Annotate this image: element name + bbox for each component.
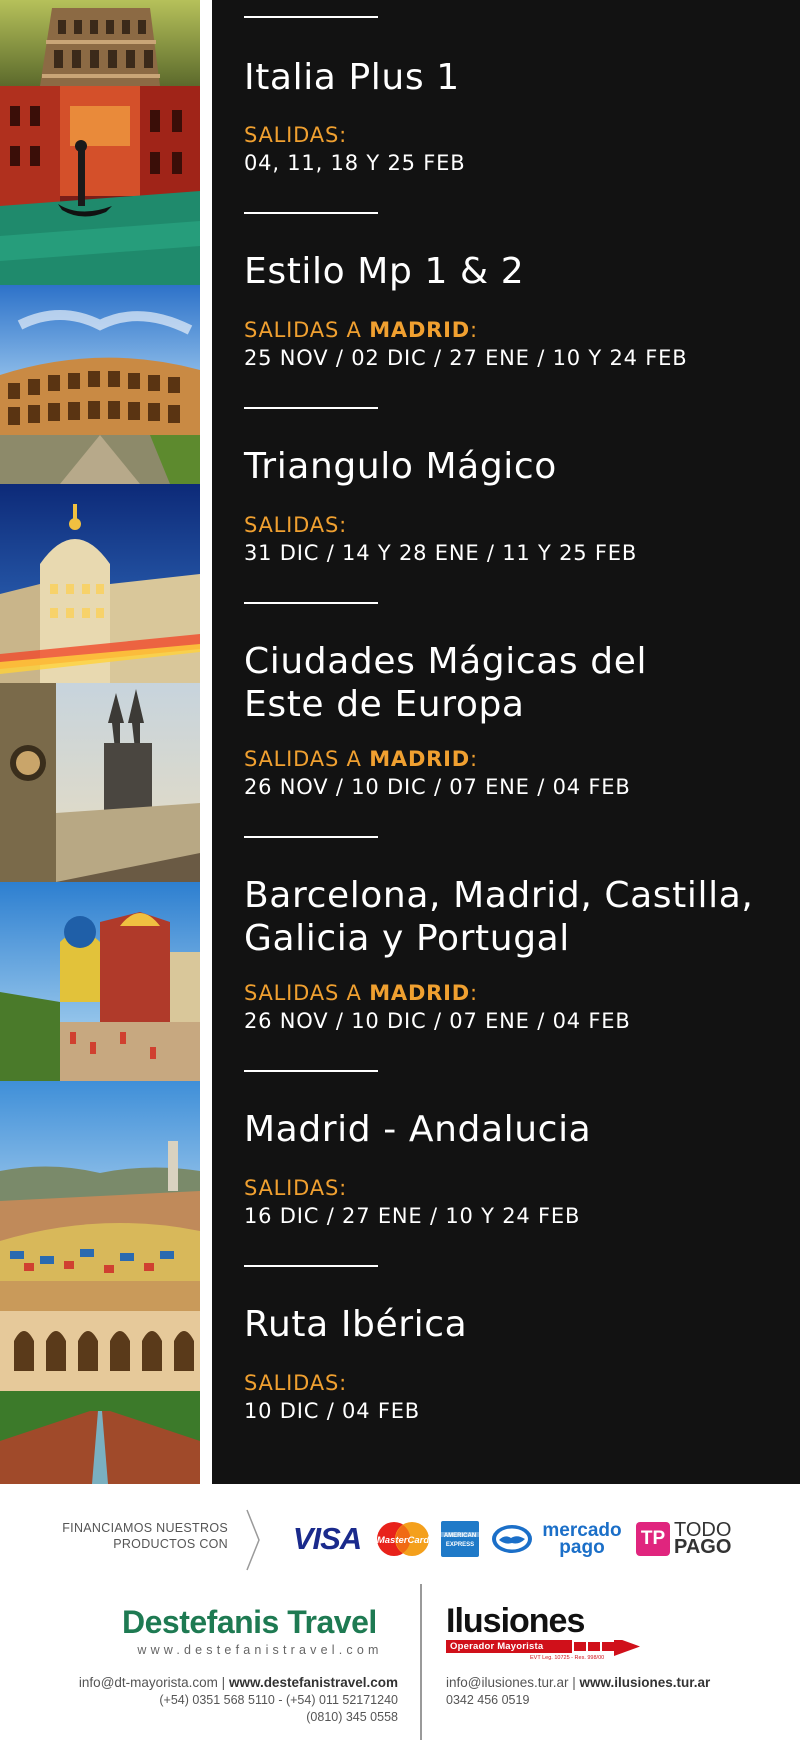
alcazar-sevilla-photo <box>0 1281 200 1484</box>
tour-name: Madrid - Andalucia <box>244 1109 592 1150</box>
departure-label: SALIDAS: <box>244 513 347 537</box>
tour-name: Triangulo Mágico <box>244 446 557 487</box>
ilusiones-email-link[interactable]: info@ilusiones.tur.ar <box>446 1675 569 1690</box>
colosseum-photo <box>0 285 200 484</box>
ilusiones-contact: info@ilusiones.tur.ar | www.ilusiones.tu… <box>446 1674 786 1709</box>
departure-dates: 16 DIC / 27 ENE / 10 Y 24 FEB <box>244 1204 581 1228</box>
destefanis-contact: info@dt-mayorista.com | www.destefanistr… <box>60 1674 398 1726</box>
departure-label: SALIDAS A MADRID: <box>244 318 478 342</box>
leaning-tower-photo <box>0 0 200 86</box>
tour-list-panel <box>212 0 800 1484</box>
visa-logo: VISA <box>292 1521 362 1556</box>
tour-divider <box>244 602 378 604</box>
prague-old-town-photo <box>0 683 200 882</box>
destefanis-phones: (+54) 0351 568 5110 - (+54) 011 52171240 <box>159 1693 398 1707</box>
financing-text: FINANCIAMOS NUESTROS PRODUCTOS CON <box>62 1521 228 1551</box>
tour-name: Ciudades Mágicas del <box>244 641 648 682</box>
ilusiones-logo: Ilusiones Operador Mayorista EVT Leg. 10… <box>446 1602 646 1662</box>
tour-divider <box>244 212 378 214</box>
departure-dates: 04, 11, 18 Y 25 FEB <box>244 151 466 175</box>
departure-dates: 26 NOV / 10 DIC / 07 ENE / 04 FEB <box>244 775 631 799</box>
destefanis-email-link[interactable]: info@dt-mayorista.com <box>79 1675 218 1690</box>
tour-name: Estilo Mp 1 & 2 <box>244 251 525 292</box>
tour-name-line2: Galicia y Portugal <box>244 918 570 959</box>
departure-dates: 25 NOV / 02 DIC / 27 ENE / 10 Y 24 FEB <box>244 346 688 370</box>
tour-name: Ruta Ibérica <box>244 1304 468 1345</box>
ilusiones-phone: 0342 456 0519 <box>446 1693 530 1707</box>
tour-name: Italia Plus 1 <box>244 57 460 98</box>
park-guell-photo <box>0 1081 200 1281</box>
departure-label: SALIDAS A MADRID: <box>244 981 478 1005</box>
white-gap <box>200 0 212 1484</box>
departure-label: SALIDAS: <box>244 123 347 147</box>
todopago-mark: TP <box>636 1522 670 1556</box>
tour-divider <box>244 1265 378 1267</box>
departure-dates: 31 DIC / 14 Y 28 ENE / 11 Y 25 FEB <box>244 541 638 565</box>
tour-divider <box>244 16 378 18</box>
madrid-metropolis-photo <box>0 484 200 683</box>
svg-text:AMERICAN: AMERICAN <box>444 1533 476 1539</box>
destefanis-web-link[interactable]: www.destefanistravel.com <box>229 1675 398 1690</box>
todopago-logo: TP TODO PAGO <box>636 1520 732 1558</box>
tour-name: Barcelona, Madrid, Castilla, <box>244 875 754 916</box>
svg-text:EXPRESS: EXPRESS <box>446 1542 474 1548</box>
destefanis-travel-logo: Destefanis Travel www.destefanistravel.c… <box>122 1604 383 1657</box>
tour-divider <box>244 1070 378 1072</box>
footer-divider <box>420 1584 422 1740</box>
venice-canal-photo <box>0 86 200 285</box>
departure-dates: 10 DIC / 04 FEB <box>244 1399 421 1423</box>
tour-divider <box>244 407 378 409</box>
photo-strip <box>0 0 200 1484</box>
mastercard-logo: MasterCard <box>374 1520 432 1558</box>
departure-label: SALIDAS: <box>244 1371 347 1395</box>
ilusiones-web-link[interactable]: www.ilusiones.tur.ar <box>580 1675 711 1690</box>
departure-label: SALIDAS: <box>244 1176 347 1200</box>
pena-palace-photo <box>0 882 200 1081</box>
svg-text:MasterCard: MasterCard <box>377 1535 429 1546</box>
tour-name-line2: Este de Europa <box>244 684 525 725</box>
footer: FINANCIAMOS NUESTROS PRODUCTOS CON VISA … <box>0 1484 800 1748</box>
chevron-right-icon <box>246 1509 260 1571</box>
handshake-logo <box>490 1520 534 1558</box>
mercadopago-logo: mercado pago <box>542 1520 622 1558</box>
amex-logo: AMERICAN EXPRESS <box>440 1520 480 1558</box>
destefanis-phone-0810: (0810) 345 0558 <box>306 1710 398 1724</box>
tour-divider <box>244 836 378 838</box>
departure-dates: 26 NOV / 10 DIC / 07 ENE / 04 FEB <box>244 1009 631 1033</box>
departure-label: SALIDAS A MADRID: <box>244 747 478 771</box>
